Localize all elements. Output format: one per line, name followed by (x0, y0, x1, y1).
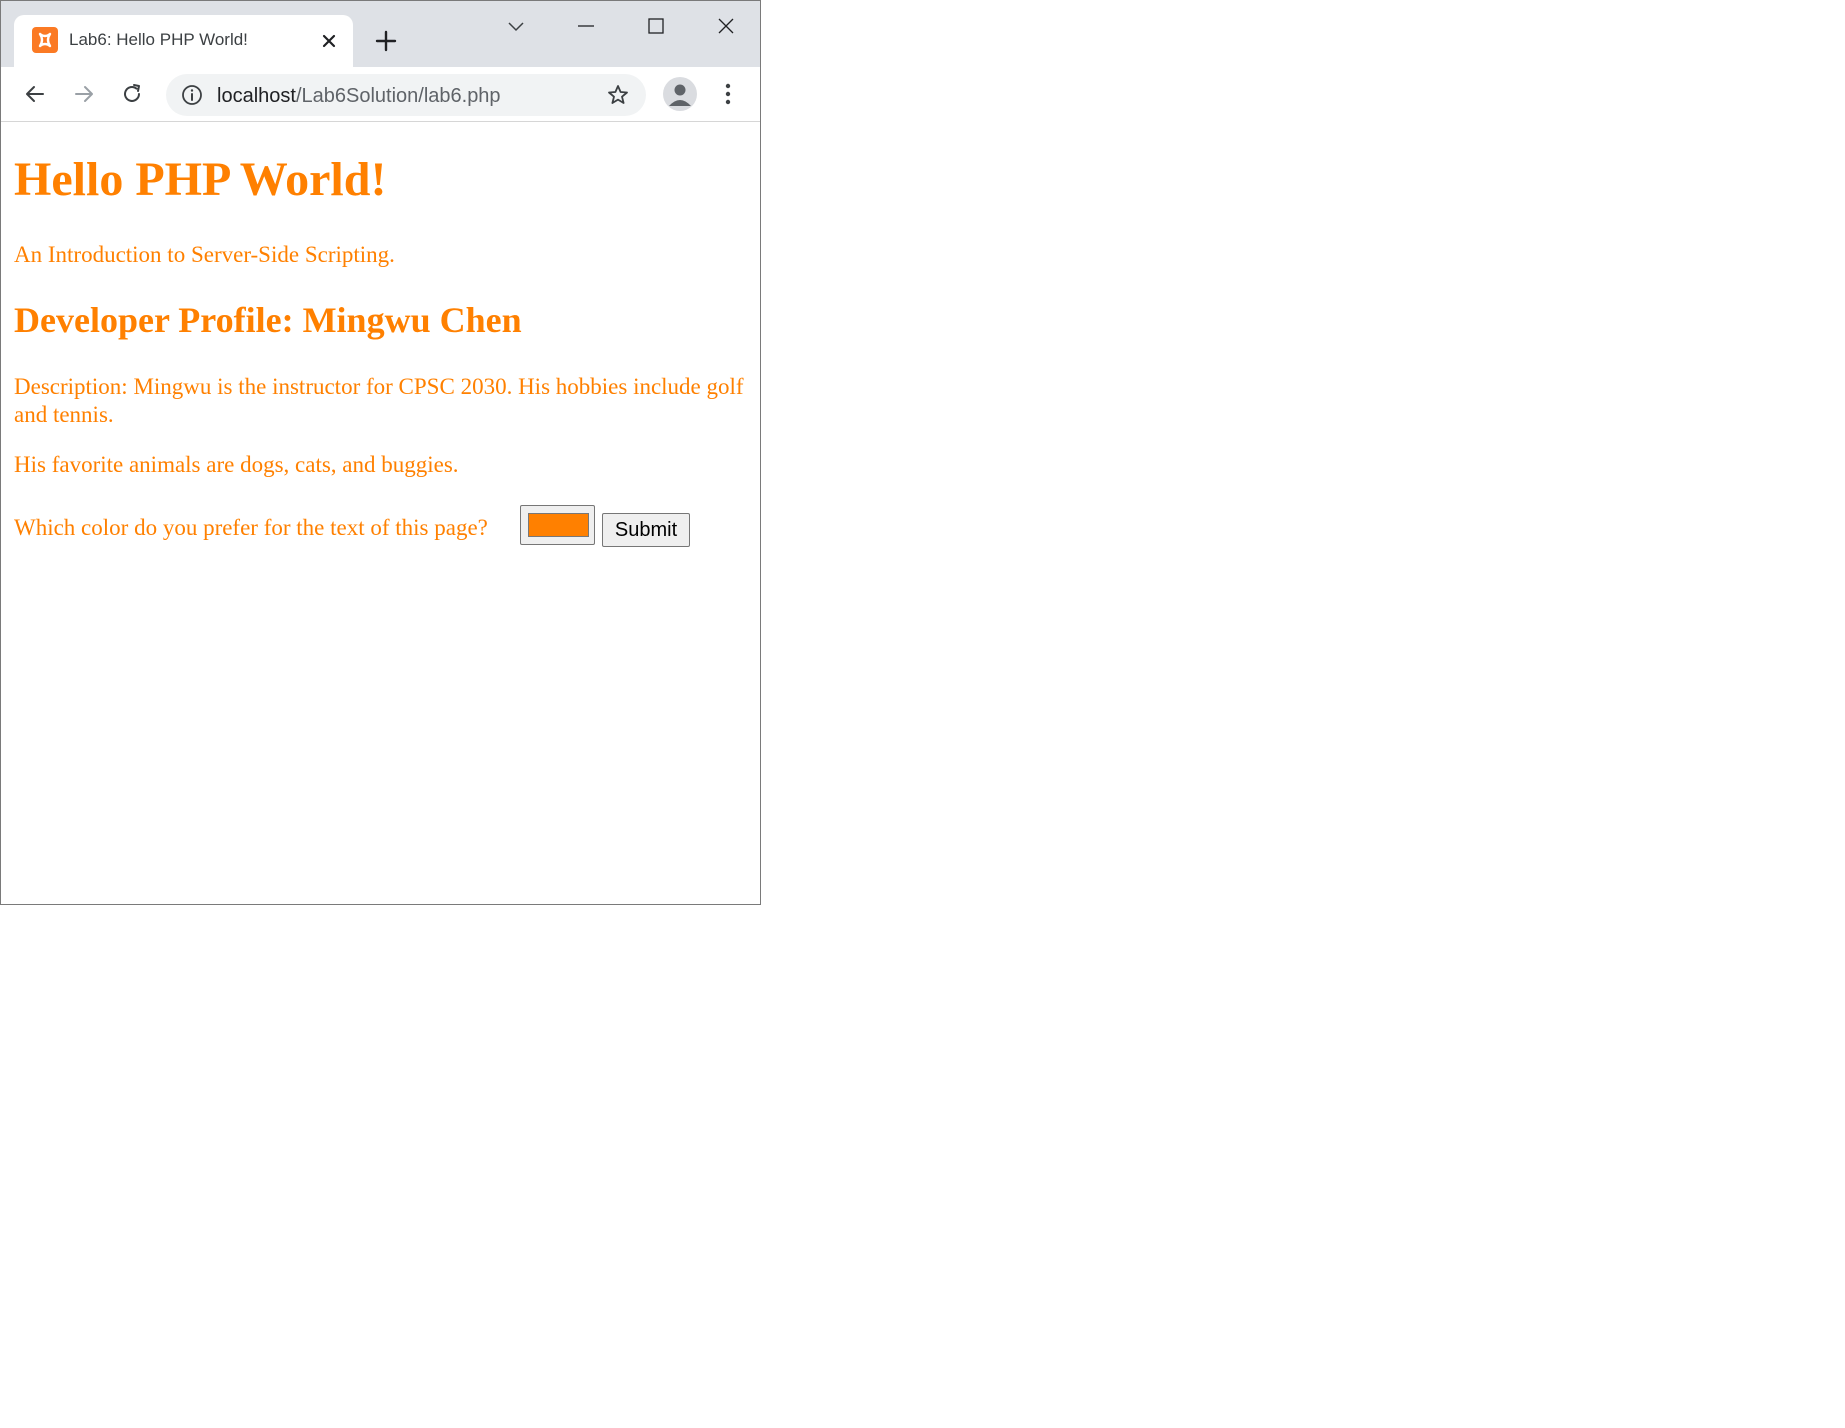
profile-heading: Developer Profile: Mingwu Chen (14, 300, 522, 340)
intro-text: An Introduction to Server-Side Scripting… (14, 242, 395, 267)
tab-close-icon[interactable] (316, 28, 342, 54)
url-path: /Lab6Solution/lab6.php (295, 85, 501, 107)
tab-search-chevron-down-icon[interactable] (491, 9, 541, 43)
browser-window: Lab6: Hello PHP World! localhost/Lab6Sol… (0, 0, 761, 905)
more-menu-icon[interactable] (713, 77, 743, 111)
profile-avatar-icon[interactable] (663, 77, 697, 111)
color-question-label: Which color do you prefer for the text o… (14, 515, 488, 540)
minimize-icon[interactable] (561, 9, 611, 43)
url-text: localhost/Lab6Solution/lab6.php (217, 85, 501, 108)
animals-text: His favorite animals are dogs, cats, and… (14, 452, 459, 477)
browser-tab[interactable]: Lab6: Hello PHP World! (14, 15, 353, 67)
browser-toolbar: localhost/Lab6Solution/lab6.php (1, 67, 760, 122)
new-tab-icon[interactable] (371, 26, 401, 56)
bookmark-star-icon[interactable] (606, 83, 630, 107)
back-arrow-icon[interactable] (18, 77, 52, 111)
reload-icon[interactable] (115, 77, 149, 111)
address-bar[interactable]: localhost/Lab6Solution/lab6.php (166, 74, 646, 116)
page-title: Hello PHP World! (14, 153, 387, 206)
url-host: localhost (217, 85, 296, 107)
tab-strip: Lab6: Hello PHP World! (1, 1, 760, 67)
color-picker-input[interactable] (520, 505, 595, 545)
site-info-icon[interactable] (180, 83, 204, 107)
tab-title: Lab6: Hello PHP World! (69, 30, 248, 49)
submit-button[interactable]: Submit (602, 513, 690, 547)
page-content: Hello PHP World! An Introduction to Serv… (1, 122, 760, 904)
xampp-icon (32, 27, 58, 53)
window-close-icon[interactable] (701, 9, 751, 43)
description-text: Description: Mingwu is the instructor fo… (14, 374, 744, 427)
color-swatch (528, 513, 589, 537)
forward-arrow-icon[interactable] (67, 77, 101, 111)
maximize-icon[interactable] (631, 9, 681, 43)
